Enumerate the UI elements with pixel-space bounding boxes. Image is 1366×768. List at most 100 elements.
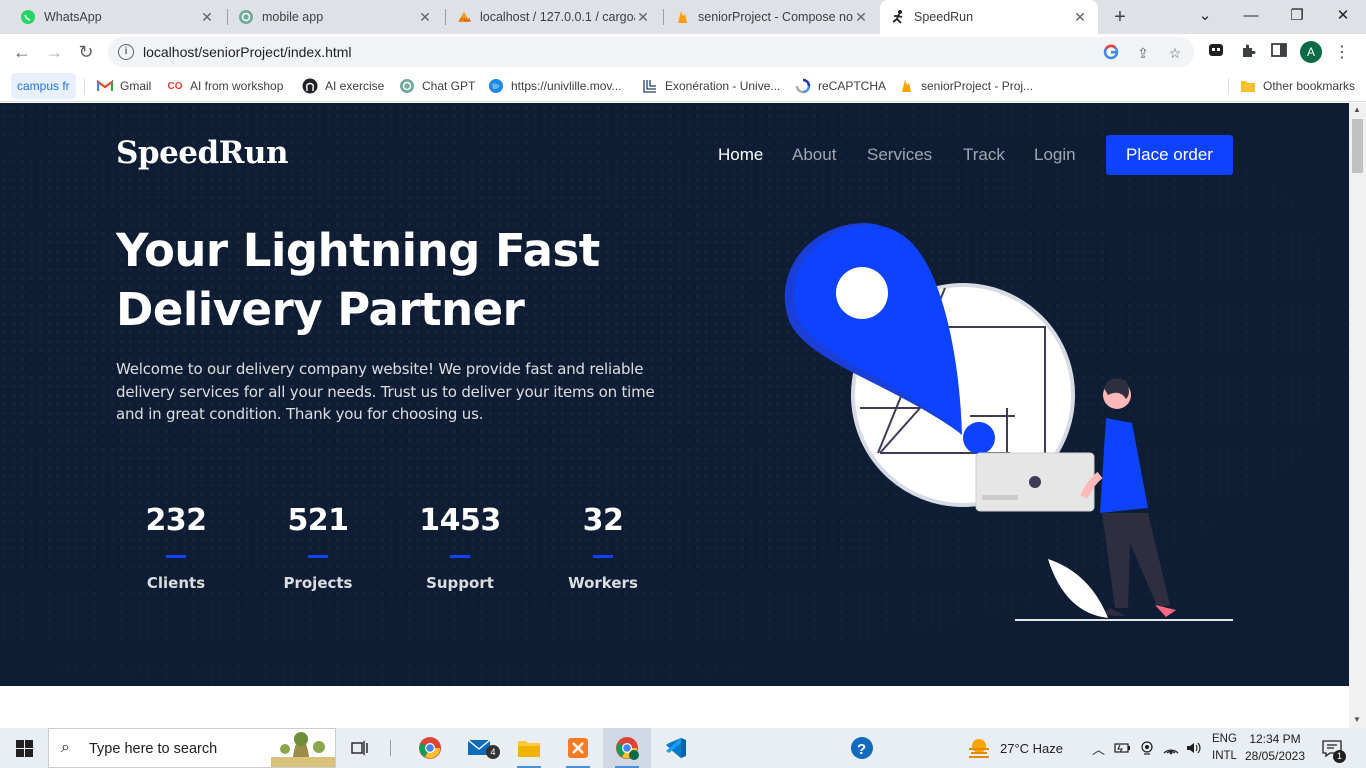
phpmyadmin-icon: PMA	[456, 9, 472, 25]
tab-mobile-app[interactable]: mobile app ✕	[228, 0, 443, 34]
battery-icon[interactable]	[1114, 728, 1132, 768]
scroll-up-arrow-icon[interactable]: ▲	[1353, 105, 1361, 114]
co-icon: CO	[167, 80, 183, 92]
bookmark-campus-fr[interactable]: campus fr	[11, 73, 76, 99]
univ-lille-icon	[642, 78, 658, 94]
bookmark-label: Gmail	[120, 79, 152, 93]
bookmarks-divider	[1228, 78, 1229, 94]
nav-about[interactable]: About	[792, 145, 836, 165]
headline-line-2: Delivery Partner	[116, 283, 525, 336]
whatsapp-icon	[20, 9, 36, 25]
svg-text:PMA: PMA	[460, 18, 472, 24]
tab-firebase[interactable]: seniorProject - Compose not ✕	[664, 0, 879, 34]
profile-avatar[interactable]: A	[1300, 41, 1322, 63]
chrome-taskbar-icon[interactable]	[406, 728, 454, 768]
site-logo[interactable]: SpeedRun	[116, 135, 289, 171]
nav-services[interactable]: Services	[867, 145, 932, 165]
stat-label: Support	[426, 574, 494, 592]
more-menu-icon[interactable]: ⋮	[1334, 42, 1350, 62]
new-tab-button[interactable]: +	[1108, 5, 1132, 29]
close-tab-icon[interactable]: ✕	[635, 9, 651, 26]
bookmark-label: Exonération - Unive...	[665, 79, 781, 93]
svg-text:?: ?	[857, 741, 866, 758]
scrollbar-thumb[interactable]	[1352, 119, 1363, 173]
stat-value: 32	[582, 503, 624, 538]
folder-icon	[1240, 78, 1256, 94]
bookmark-ai-exercise[interactable]: AI exercise	[302, 76, 384, 96]
site-info-icon[interactable]: i	[118, 44, 134, 60]
headline-line-1: Your Lightning Fast	[116, 224, 600, 277]
github-icon	[302, 78, 318, 94]
windows-start-icon[interactable]	[0, 728, 48, 768]
chrome-profile-taskbar-icon[interactable]	[603, 728, 651, 768]
bookmark-label: https://univlille.mov...	[511, 79, 622, 93]
address-bar[interactable]: i localhost/seniorProject/index.html ⇪ ☆	[108, 37, 1194, 67]
google-icon[interactable]	[1102, 44, 1120, 62]
mail-taskbar-icon[interactable]: 4	[456, 728, 504, 768]
bookmark-recaptcha[interactable]: reCAPTCHA	[795, 76, 886, 96]
tab-whatsapp[interactable]: WhatsApp ✕	[10, 0, 225, 34]
close-tab-icon[interactable]: ✕	[1072, 9, 1088, 26]
stat-value: 232	[145, 503, 207, 538]
bookmark-star-icon[interactable]: ☆	[1166, 44, 1184, 62]
close-window-button[interactable]: ✕	[1320, 0, 1366, 30]
vscode-icon[interactable]	[652, 728, 700, 768]
reload-icon[interactable]: ↻	[72, 38, 100, 66]
bookmark-senior-project[interactable]: seniorProject - Proj...	[898, 76, 1033, 96]
close-tab-icon[interactable]: ✕	[853, 9, 869, 26]
share-icon[interactable]: ⇪	[1134, 44, 1152, 62]
minimize-button[interactable]: —	[1228, 0, 1274, 30]
tab-phpmyadmin[interactable]: PMA localhost / 127.0.0.1 / cargoa ✕	[446, 0, 661, 34]
nav-home[interactable]: Home	[718, 145, 763, 165]
url-text[interactable]: localhost/seniorProject/index.html	[143, 44, 352, 60]
bookmarks-divider	[84, 79, 85, 95]
tab-search-chevron-icon[interactable]: ⌄	[1182, 0, 1228, 30]
tray-overflow-icon[interactable]: ︿	[1092, 728, 1105, 768]
forward-arrow-icon[interactable]: →	[40, 38, 68, 66]
bookmarks-bar: campus fr Gmail CO AI from workshop AI e…	[0, 70, 1366, 102]
volume-icon[interactable]	[1185, 728, 1203, 768]
bookmark-label: AI from workshop	[190, 79, 284, 93]
restore-button[interactable]: ❐	[1274, 0, 1320, 30]
bookmark-chat-gpt[interactable]: Chat GPT	[399, 76, 475, 96]
bookmark-ai-from-workshop[interactable]: CO AI from workshop	[167, 76, 284, 96]
taskbar-search-box[interactable]: ⌕ Type here to search	[48, 728, 336, 768]
search-highlight-image	[271, 732, 335, 767]
bookmark-label: Chat GPT	[422, 79, 476, 93]
stat-workers: 32 Workers	[533, 503, 673, 592]
xampp-icon[interactable]	[554, 728, 602, 768]
place-order-button[interactable]: Place order	[1106, 135, 1233, 175]
tab-speedrun[interactable]: SpeedRun ✕	[880, 0, 1098, 34]
tab-title: mobile app	[262, 10, 324, 24]
search-icon: ⌕	[61, 739, 70, 756]
other-bookmarks[interactable]: Other bookmarks	[1240, 76, 1355, 96]
webcam-icon[interactable]	[1140, 728, 1154, 768]
nav-login[interactable]: Login	[1034, 145, 1076, 165]
extensions-icon[interactable]	[1239, 43, 1257, 61]
bookmark-exoneration[interactable]: Exonération - Unive...	[642, 76, 780, 96]
wifi-icon[interactable]	[1162, 728, 1180, 768]
side-panel-icon[interactable]	[1270, 43, 1288, 61]
globe-icon	[488, 78, 504, 94]
task-view-icon[interactable]	[336, 728, 384, 768]
bookmark-univlille[interactable]: https://univlille.mov...	[488, 76, 621, 96]
bookmark-gmail[interactable]: Gmail	[97, 76, 151, 96]
help-icon[interactable]: ?	[838, 728, 886, 768]
scroll-down-arrow-icon[interactable]: ▼	[1353, 715, 1361, 724]
file-explorer-icon[interactable]	[505, 728, 553, 768]
nav-track[interactable]: Track	[963, 145, 1005, 165]
tab-title: localhost / 127.0.0.1 / cargoa	[480, 10, 635, 24]
tab-title: WhatsApp	[44, 10, 102, 24]
back-arrow-icon[interactable]: ←	[8, 38, 36, 66]
close-tab-icon[interactable]: ✕	[199, 9, 215, 26]
stat-value: 521	[287, 503, 349, 538]
tab-manager-icon[interactable]	[1207, 43, 1225, 61]
notifications-icon[interactable]: 1	[1322, 728, 1346, 768]
weather-widget[interactable]: 27°C Haze	[966, 728, 1063, 768]
close-tab-icon[interactable]: ✕	[417, 9, 433, 26]
page-scrollbar[interactable]: ▲ ▼	[1349, 103, 1366, 728]
input-language[interactable]: ENG INTL	[1212, 731, 1237, 765]
tab-title: seniorProject - Compose not	[698, 10, 853, 24]
stat-divider	[166, 555, 186, 558]
system-clock[interactable]: 12:34 PM 28/05/2023	[1240, 731, 1310, 765]
